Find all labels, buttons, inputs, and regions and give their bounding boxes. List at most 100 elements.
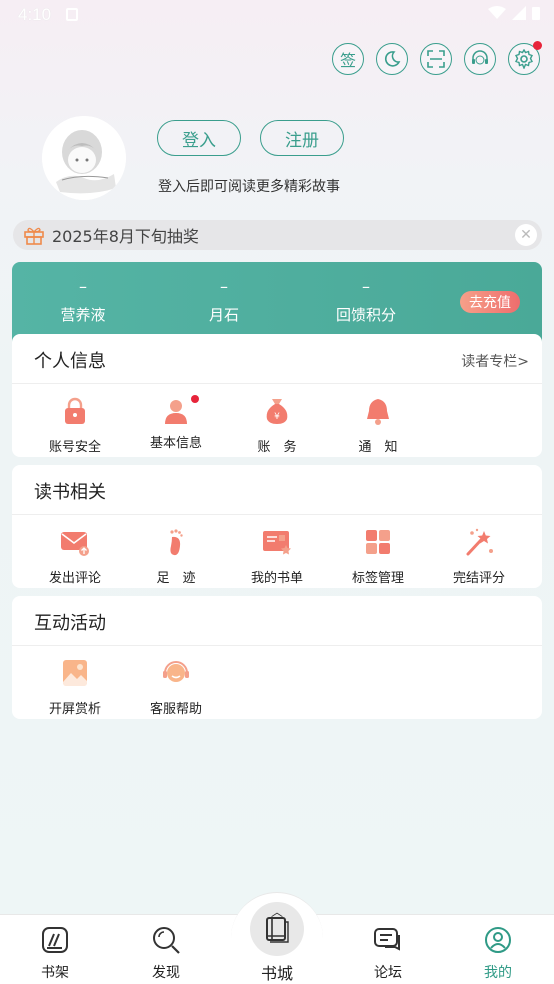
grid-item-label: 账 务	[257, 440, 297, 455]
booklist-icon	[263, 531, 291, 555]
top-actions: 签	[332, 41, 542, 75]
scan-icon	[427, 50, 445, 68]
footprint-icon	[170, 529, 183, 556]
grid-item-label: 基本信息	[149, 436, 202, 451]
stat-moonstone[interactable]: – 月石	[164, 278, 284, 325]
section-title: 个人信息	[34, 351, 106, 372]
wallet-panel: – 营养液 – 月石 – 回馈积分 去充值	[12, 262, 542, 342]
headset-24h-icon	[472, 50, 488, 65]
grid-item-label: 标签管理	[351, 571, 404, 586]
nav-label: 发现	[152, 965, 180, 981]
gift-icon	[24, 227, 44, 245]
stat-nutrient[interactable]: – 营养液	[23, 278, 143, 325]
nav-label: 书架	[41, 965, 69, 981]
grid-item-billing[interactable]: ¥ 账 务	[227, 396, 327, 455]
signal-icon	[512, 6, 526, 20]
reader-column-link[interactable]: 读者专栏>	[461, 351, 529, 371]
chevron-up-icon: ︿	[271, 905, 284, 919]
grid-item-label: 账号安全	[48, 440, 101, 455]
stat-label: 回馈积分	[335, 306, 396, 324]
nav-label: 论坛	[374, 965, 402, 981]
picture-icon	[63, 660, 87, 686]
card-header: 互动活动	[12, 596, 542, 646]
recharge-button[interactable]: 去充值	[460, 291, 520, 313]
person-icon	[165, 400, 187, 424]
grid-item-label: 客服帮助	[149, 702, 202, 717]
scan-button[interactable]	[420, 43, 452, 75]
grid-item-label: 发出评论	[48, 571, 101, 586]
bell-icon	[367, 399, 389, 425]
grid-item-label: 开屏赏析	[48, 702, 101, 717]
mail-icon	[61, 532, 89, 556]
lock-icon	[65, 397, 85, 424]
card-header: 个人信息 读者专栏>	[12, 334, 542, 384]
activity-grid: 开屏赏析 客服帮助	[12, 646, 542, 718]
stat-value: –	[79, 277, 87, 296]
profile-icon	[485, 927, 511, 953]
stat-points[interactable]: – 回馈积分	[306, 278, 426, 325]
grid-item-basic-info[interactable]: 基本信息	[126, 395, 226, 451]
grid-item-splash-gallery[interactable]: 开屏赏析	[25, 658, 125, 717]
search-icon	[153, 927, 180, 954]
personal-info-card: 个人信息 读者专栏> 账号安全 基本信息 ¥ 账 务 通 知	[12, 334, 542, 457]
magic-wand-icon	[466, 528, 493, 556]
moon-icon	[384, 51, 401, 67]
grid-item-tags[interactable]: 标签管理	[328, 527, 428, 586]
stat-value: –	[220, 277, 228, 296]
money-bag-icon: ¥	[266, 399, 288, 424]
notification-icon	[66, 8, 78, 21]
grid-item-account-security[interactable]: 账号安全	[25, 396, 125, 455]
grid-item-comments[interactable]: 发出评论	[25, 527, 125, 586]
personal-grid: 账号安全 基本信息 ¥ 账 务 通 知	[12, 384, 542, 456]
grid-item-label: 我的书单	[250, 571, 303, 586]
grid-item-footprint[interactable]: 足 迹	[126, 527, 226, 586]
default-avatar-illustration	[42, 116, 126, 200]
nav-bookshelf[interactable]: 书架	[15, 925, 95, 982]
tags-icon	[366, 530, 390, 554]
grid-item-rating[interactable]: 完结评分	[429, 527, 529, 586]
stat-label: 月石	[208, 306, 239, 324]
checkin-button[interactable]: 签	[332, 43, 364, 75]
section-title: 读书相关	[34, 482, 106, 503]
nav-discover[interactable]: 发现	[126, 925, 206, 982]
stat-label: 营养液	[60, 306, 106, 324]
person-icon-wrap	[161, 395, 199, 426]
bookshelf-icon	[42, 927, 68, 953]
grid-item-label: 足 迹	[156, 571, 196, 586]
register-button[interactable]: 注册	[260, 120, 344, 156]
reading-grid: 发出评论 足 迹 我的书单 标签管理 完结评分	[12, 515, 542, 587]
settings-button[interactable]	[508, 41, 542, 75]
battery-icon	[532, 7, 540, 20]
avatar[interactable]	[42, 116, 126, 200]
headset-icon	[163, 661, 189, 682]
status-time: 4:10	[18, 5, 52, 24]
reading-card: 读书相关 发出评论 足 迹 我的书单 标签管理 完结评分	[12, 465, 542, 588]
nav-label-bookstore: 书城	[260, 964, 293, 983]
section-title: 互动活动	[34, 613, 106, 634]
night-mode-button[interactable]	[376, 43, 408, 75]
stat-value: –	[362, 277, 370, 296]
wifi-icon	[488, 6, 506, 19]
nav-label: 我的	[484, 965, 512, 981]
nav-forum[interactable]: 论坛	[348, 925, 428, 982]
lottery-text: 2025年8月下旬抽奖	[52, 227, 199, 246]
grid-item-booklist[interactable]: 我的书单	[227, 527, 327, 586]
nav-mine[interactable]: 我的	[458, 925, 538, 982]
login-button[interactable]: 登入	[157, 120, 241, 156]
lottery-banner[interactable]: 2025年8月下旬抽奖 ✕	[13, 220, 542, 250]
close-icon[interactable]: ✕	[515, 224, 537, 246]
status-indicators	[488, 6, 540, 20]
status-bar: 4:10	[0, 0, 554, 30]
login-tip: 登入后即可阅读更多精彩故事	[158, 179, 340, 195]
gear-icon	[515, 49, 533, 69]
grid-item-notice[interactable]: 通 知	[328, 396, 428, 455]
forum-icon	[374, 928, 400, 951]
activity-card: 互动活动 开屏赏析 客服帮助	[12, 596, 542, 719]
new-dot	[191, 395, 199, 403]
checkin-label: 签	[339, 51, 356, 70]
service-24h-button[interactable]	[464, 43, 496, 75]
grid-item-customer-service[interactable]: 客服帮助	[126, 658, 226, 717]
svg-text:¥: ¥	[274, 412, 280, 422]
grid-item-label: 通 知	[358, 440, 398, 455]
grid-item-label: 完结评分	[452, 571, 505, 586]
